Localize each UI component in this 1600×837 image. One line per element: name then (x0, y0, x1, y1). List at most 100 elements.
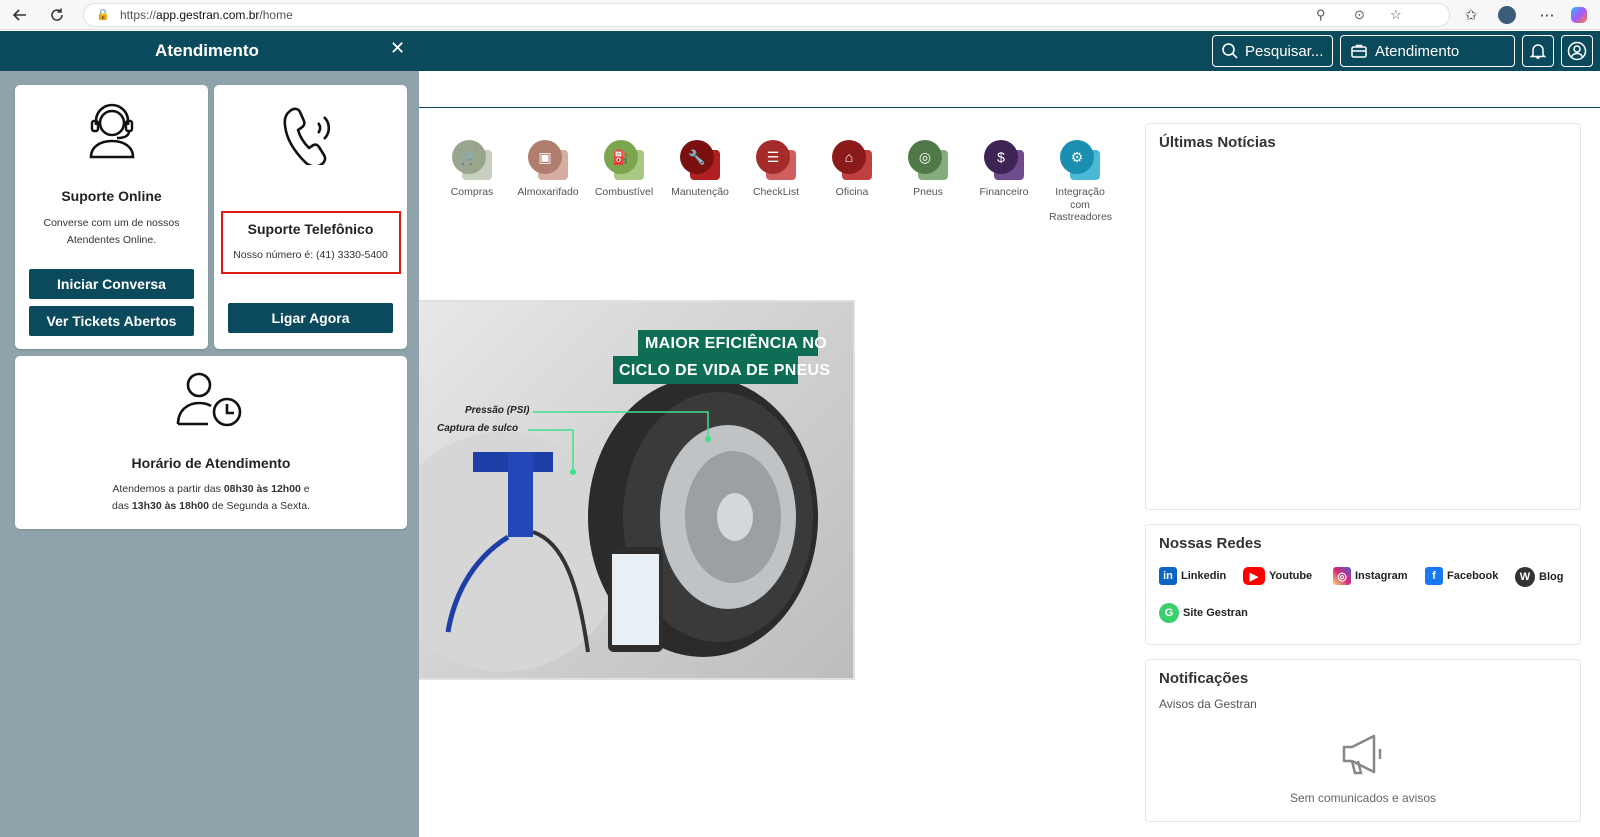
site-gestran-link[interactable]: G Site Gestran (1159, 603, 1248, 623)
drawer-title: Atendimento (155, 41, 259, 60)
module-integracao-rastreadores[interactable]: ⚙ Integração com Rastreadores (1041, 140, 1119, 224)
atendimento-button[interactable]: Atendimento (1340, 35, 1515, 67)
online-support-title: Suporte Online (61, 188, 162, 204)
drawer-header: Atendimento ✕ (0, 31, 419, 71)
user-profile-button[interactable] (1561, 35, 1593, 67)
module-label: Almoxarifado (517, 186, 579, 198)
instagram-label: Instagram (1355, 570, 1408, 582)
instagram-link[interactable]: ◎ Instagram (1333, 567, 1408, 585)
service-hours-line-1: Atendemos a partir das 08h30 às 12h00 e (112, 483, 310, 495)
module-manutencao[interactable]: 🔧 Manutenção (661, 140, 739, 199)
money-icon: $ (984, 140, 1018, 174)
module-label: CheckList (752, 186, 800, 198)
back-arrow-icon[interactable] (9, 4, 31, 26)
module-oficina[interactable]: ⌂ Oficina (813, 140, 891, 199)
facebook-label: Facebook (1447, 570, 1499, 582)
module-pneus[interactable]: ◎ Pneus (889, 140, 967, 199)
phone-support-card: Suporte Telefônico Nosso número é: (41) … (214, 85, 407, 349)
banner-label-pressure: Pressão (PSI) (465, 405, 530, 416)
banner-label-groove: Captura de sulco (437, 423, 519, 434)
notifications-title: Notificações (1159, 670, 1249, 687)
address-bar[interactable]: 🔒 https://app.gestran.com.br/home ⚲ ⊙ ☆ (83, 3, 1450, 27)
module-almoxarifado[interactable]: ▣ Almoxarifado (509, 140, 587, 199)
notifications-panel: Notificações Avisos da Gestran Sem comun… (1145, 659, 1581, 822)
cart-icon: 🛒 (452, 140, 486, 174)
search-button[interactable]: Pesquisar... (1212, 35, 1333, 67)
search-button-label: Pesquisar... (1245, 42, 1324, 60)
blog-label: Blog (1539, 571, 1564, 583)
module-combustivel[interactable]: ⛽ Combustível (585, 140, 663, 199)
atendimento-drawer: Atendimento ✕ Suporte Online Converse co… (0, 31, 419, 837)
briefcase-icon (1351, 44, 1367, 58)
wordpress-icon: W (1515, 567, 1535, 587)
browser-toolbar: 🔒 https://app.gestran.com.br/home ⚲ ⊙ ☆ … (0, 0, 1600, 30)
phone-support-number: Nosso número é: (41) 3330-5400 (233, 249, 388, 261)
fuel-icon: ⛽ (604, 140, 638, 174)
site-gestran-label: Site Gestran (1183, 607, 1248, 619)
url-text: https://app.gestran.com.br/home (120, 8, 293, 22)
box-icon: ▣ (528, 140, 562, 174)
avatar[interactable] (1496, 4, 1518, 26)
module-checklist[interactable]: ☰ CheckList (737, 140, 815, 199)
module-label: Compras (450, 186, 494, 198)
module-compras[interactable]: 🛒 Compras (433, 140, 511, 199)
banner-headline-2: CICLO DE VIDA DE PNEUS (619, 362, 831, 379)
call-now-button[interactable]: Ligar Agora (228, 303, 393, 333)
reload-icon[interactable] (46, 4, 68, 26)
module-label: Pneus (913, 186, 943, 198)
networks-title: Nossas Redes (1159, 535, 1262, 552)
module-label: Integração com Rastreadores (1049, 186, 1113, 223)
service-hours-card: Horário de Atendimento Atendemos a parti… (15, 356, 407, 529)
phone-call-icon (283, 107, 331, 165)
atendimento-button-label: Atendimento (1375, 42, 1460, 60)
module-label: Financeiro (979, 186, 1029, 198)
social-networks-panel: Nossas Redes in Linkedin ▶ Youtube ◎ Instag… (1145, 524, 1581, 645)
start-chat-button[interactable]: Iniciar Conversa (29, 269, 194, 299)
facebook-link[interactable]: f Facebook (1425, 567, 1498, 585)
copilot-icon[interactable] (1568, 4, 1590, 26)
linkedin-label: Linkedin (1181, 570, 1227, 582)
favorites-icon[interactable]: ✩ (1460, 4, 1482, 26)
open-tickets-button[interactable]: Ver Tickets Abertos (29, 306, 194, 336)
menu-dots-icon[interactable]: ⋯ (1536, 4, 1558, 26)
news-title: Últimas Notícias (1159, 134, 1276, 151)
favorite-star-icon[interactable]: ☆ (1390, 7, 1402, 23)
instagram-icon: ◎ (1333, 567, 1351, 585)
notifications-subtitle: Avisos da Gestran (1159, 697, 1257, 711)
service-hours-line-2: das 13h30 às 18h00 de Segunda a Sexta. (112, 500, 310, 512)
phone-support-title: Suporte Telefônico (247, 221, 374, 237)
module-label: Oficina (835, 186, 869, 198)
user-circle-icon (1567, 41, 1587, 61)
more-options-icon[interactable]: ⊙ (1354, 7, 1365, 23)
megaphone-icon (1342, 734, 1382, 775)
online-support-text-2: Atendentes Online. (66, 234, 157, 246)
lock-icon[interactable]: 🔒 (96, 8, 110, 21)
wrench-icon: 🔧 (680, 140, 714, 174)
tracker-icon: ⚙ (1060, 140, 1094, 174)
content-divider (411, 107, 1600, 108)
online-support-text-1: Converse com um de nossos (43, 217, 180, 229)
user-clock-icon (176, 372, 242, 427)
close-icon[interactable]: ✕ (390, 38, 405, 59)
headset-agent-icon (89, 103, 135, 159)
location-icon[interactable]: ⚲ (1316, 7, 1326, 23)
bell-icon (1529, 44, 1547, 59)
notifications-bell-button[interactable] (1522, 35, 1554, 67)
module-label: Combustível (594, 186, 654, 198)
linkedin-icon: in (1159, 567, 1177, 585)
blog-link[interactable]: W Blog (1515, 567, 1563, 587)
linkedin-link[interactable]: in Linkedin (1159, 567, 1226, 585)
notifications-empty-text: Sem comunicados e avisos (1289, 791, 1437, 805)
service-hours-title: Horário de Atendimento (131, 455, 291, 471)
banner-headline-1: MAIOR EFICIÊNCIA NO (645, 335, 827, 352)
checklist-icon: ☰ (756, 140, 790, 174)
search-icon (1222, 43, 1238, 59)
online-support-card: Suporte Online Converse com um de nossos… (15, 85, 208, 349)
tire-icon: ◎ (908, 140, 942, 174)
youtube-link[interactable]: ▶ Youtube (1243, 567, 1312, 585)
promo-banner[interactable]: MAIOR EFICIÊNCIA NO CICLO DE VIDA DE PNE… (411, 300, 855, 680)
facebook-icon: f (1425, 567, 1443, 585)
module-label: Manutenção (671, 186, 729, 198)
module-financeiro[interactable]: $ Financeiro (965, 140, 1043, 199)
news-panel: Últimas Notícias (1145, 123, 1581, 510)
